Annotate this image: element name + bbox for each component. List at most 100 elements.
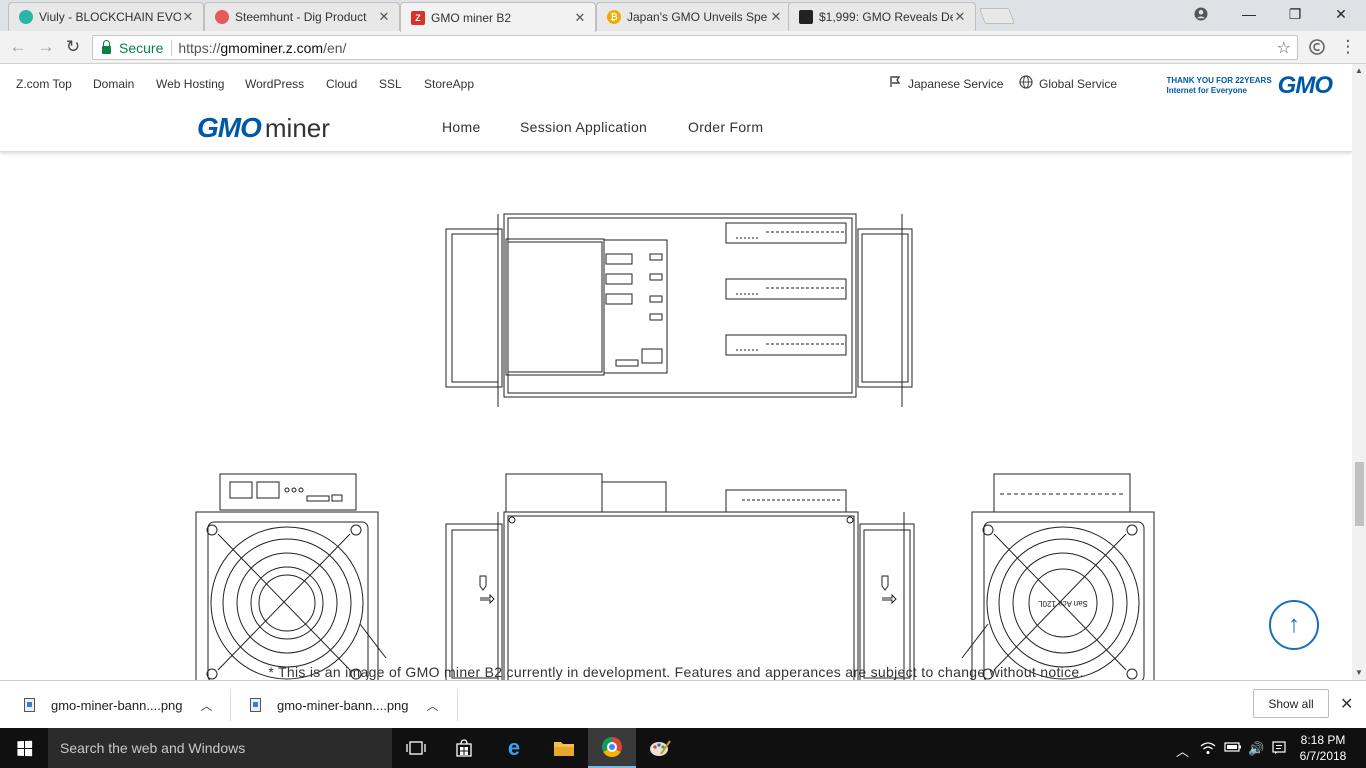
url-path: /en/ <box>323 39 347 56</box>
link-web-hosting[interactable]: Web Hosting <box>156 77 224 91</box>
miner-line-drawings: San Ace 120L <box>195 213 1155 680</box>
link-ssl[interactable]: SSL <box>379 77 402 91</box>
notifications-icon[interactable] <box>1272 741 1286 758</box>
extension-icon[interactable] <box>1307 37 1327 57</box>
reload-icon[interactable]: ↻ <box>63 37 83 57</box>
address-bar[interactable]: Secure https://gmominer.z.com/en/ ☆ <box>92 35 1298 60</box>
brand-miner: miner <box>264 113 330 143</box>
paint-icon[interactable] <box>636 728 684 768</box>
tagline-line1: THANK YOU FOR 22YEARS <box>1166 76 1272 85</box>
viuly-favicon-icon <box>19 10 33 24</box>
link-domain[interactable]: Domain <box>93 77 134 91</box>
tab-title: $1,999: GMO Reveals Det <box>819 10 953 24</box>
browser-toolbar: ← → ↻ Secure https://gmominer.z.com/en/ … <box>0 31 1366 64</box>
tab-viuly[interactable]: Viuly - BLOCKCHAIN EVO ✕ <box>8 2 204 31</box>
link-global-service[interactable]: Global Service <box>1039 77 1117 91</box>
nav-session-application[interactable]: Session Application <box>520 119 647 135</box>
tab-title: GMO miner B2 <box>431 10 512 25</box>
steemhunt-favicon-icon <box>215 10 229 24</box>
file-explorer-icon[interactable] <box>540 728 588 768</box>
chevron-up-icon[interactable]: ︿ <box>1176 741 1189 760</box>
forward-arrow-icon[interactable]: → <box>36 37 56 57</box>
windows-taskbar: Search the web and Windows e ︿ 🔊 8:18 PM… <box>0 728 1366 768</box>
close-window-button[interactable]: ✕ <box>1318 0 1364 28</box>
back-arrow-icon[interactable]: ← <box>8 37 28 57</box>
link-storeapp[interactable]: StoreApp <box>424 77 474 91</box>
url-host: gmominer.z.com <box>220 39 324 56</box>
close-icon[interactable]: ✕ <box>181 9 195 25</box>
right-fan-view-drawing <box>961 473 1155 680</box>
tab-japans-gmo[interactable]: ₿ Japan's GMO Unveils Spe ✕ <box>596 2 792 31</box>
link-wordpress[interactable]: WordPress <box>245 77 304 91</box>
chevron-up-icon[interactable]: ︿ <box>201 697 213 714</box>
side-view-drawing <box>445 473 915 680</box>
close-icon[interactable]: ✕ <box>573 10 587 26</box>
page-viewport: Z.com Top Domain Web Hosting WordPress C… <box>0 64 1352 680</box>
volume-icon[interactable]: 🔊 <box>1248 741 1264 757</box>
battery-icon[interactable] <box>1224 741 1242 756</box>
news-favicon-icon <box>799 10 813 24</box>
clock-time: 8:18 PM <box>1300 733 1346 747</box>
chevron-up-icon[interactable]: ︿ <box>427 697 439 714</box>
zcom-favicon-icon: Z <box>411 10 425 25</box>
chrome-menu-icon[interactable]: ⋮ <box>1338 37 1358 57</box>
divider <box>171 39 173 56</box>
gmo-global-bar: Z.com Top Domain Web Hosting WordPress C… <box>0 64 1352 102</box>
tab-gmo-reveals[interactable]: $1,999: GMO Reveals Det ✕ <box>788 2 976 31</box>
left-fan-view-drawing <box>195 473 387 680</box>
store-icon[interactable] <box>440 728 488 768</box>
gmo-miner-logo[interactable]: GMO miner <box>197 112 330 144</box>
close-icon[interactable]: ✕ <box>377 9 391 25</box>
nav-home[interactable]: Home <box>442 119 481 135</box>
system-clock[interactable]: 8:18 PM 6/7/2018 <box>1290 732 1356 764</box>
link-cloud[interactable]: Cloud <box>326 77 357 91</box>
gmo-logo-text: GMO <box>1277 72 1333 99</box>
download-filename: gmo-miner-bann....png <box>277 697 409 713</box>
fan-model-label: San Ace 120L <box>1038 599 1088 608</box>
minimize-button[interactable]: — <box>1226 0 1272 28</box>
edge-browser-icon[interactable]: e <box>490 728 538 768</box>
windows-logo-icon <box>16 740 32 756</box>
image-file-icon <box>250 698 261 712</box>
scrollbar-thumb[interactable] <box>1355 462 1364 526</box>
task-view-icon[interactable] <box>392 728 440 768</box>
scroll-down-arrow-icon[interactable]: ▼ <box>1352 666 1366 680</box>
url-prefix: https:// <box>178 39 221 56</box>
top-view-drawing <box>445 213 913 407</box>
divider <box>230 689 231 721</box>
globe-icon <box>1019 75 1033 92</box>
start-button[interactable] <box>0 728 48 768</box>
close-icon[interactable]: ✕ <box>1340 694 1353 714</box>
tab-title: Steemhunt - Dig Product <box>235 10 367 24</box>
show-all-downloads-button[interactable]: Show all <box>1253 689 1329 718</box>
scroll-up-arrow-icon[interactable]: ▲ <box>1352 64 1366 78</box>
new-tab-button[interactable] <box>979 8 1015 24</box>
maximize-button[interactable]: ❐ <box>1272 0 1318 28</box>
download-item[interactable]: gmo-miner-bann....png ︿ <box>24 687 213 723</box>
chrome-taskbar-icon[interactable] <box>588 728 636 768</box>
divider <box>457 689 458 721</box>
close-icon[interactable]: ✕ <box>953 9 967 25</box>
gmo-corporate-logo[interactable]: THANK YOU FOR 22YEARS Internet for Every… <box>1166 72 1333 100</box>
brand-gmo: GMO <box>197 112 262 143</box>
download-filename: gmo-miner-bann....png <box>51 697 183 713</box>
link-japanese-service[interactable]: Japanese Service <box>908 77 1003 91</box>
download-item[interactable]: gmo-miner-bann....png ︿ <box>250 687 439 723</box>
arrow-up-icon: ↑ <box>1288 611 1300 638</box>
tab-steemhunt[interactable]: Steemhunt - Dig Product ✕ <box>204 2 400 31</box>
scroll-to-top-button[interactable]: ↑ <box>1269 600 1319 650</box>
chrome-logo-icon <box>602 737 622 757</box>
bookmark-star-icon[interactable]: ☆ <box>1277 38 1291 58</box>
link-zcom-top[interactable]: Z.com Top <box>16 77 72 91</box>
bitcoin-favicon-icon: ₿ <box>607 10 621 24</box>
taskbar-search-box[interactable]: Search the web and Windows <box>48 728 392 768</box>
page-scrollbar[interactable]: ▲ ▼ <box>1352 64 1366 680</box>
development-notice: * This is an image of GMO miner B2 curre… <box>268 664 1084 680</box>
profile-icon[interactable] <box>1178 0 1224 28</box>
close-icon[interactable]: ✕ <box>769 9 783 25</box>
tab-strip: Viuly - BLOCKCHAIN EVO ✕ Steemhunt - Dig… <box>0 0 1366 32</box>
tab-title: Viuly - BLOCKCHAIN EVO <box>39 10 181 24</box>
tab-gmo-miner-b2[interactable]: Z GMO miner B2 ✕ <box>400 2 596 32</box>
wifi-icon[interactable] <box>1200 741 1216 758</box>
nav-order-form[interactable]: Order Form <box>688 119 763 135</box>
